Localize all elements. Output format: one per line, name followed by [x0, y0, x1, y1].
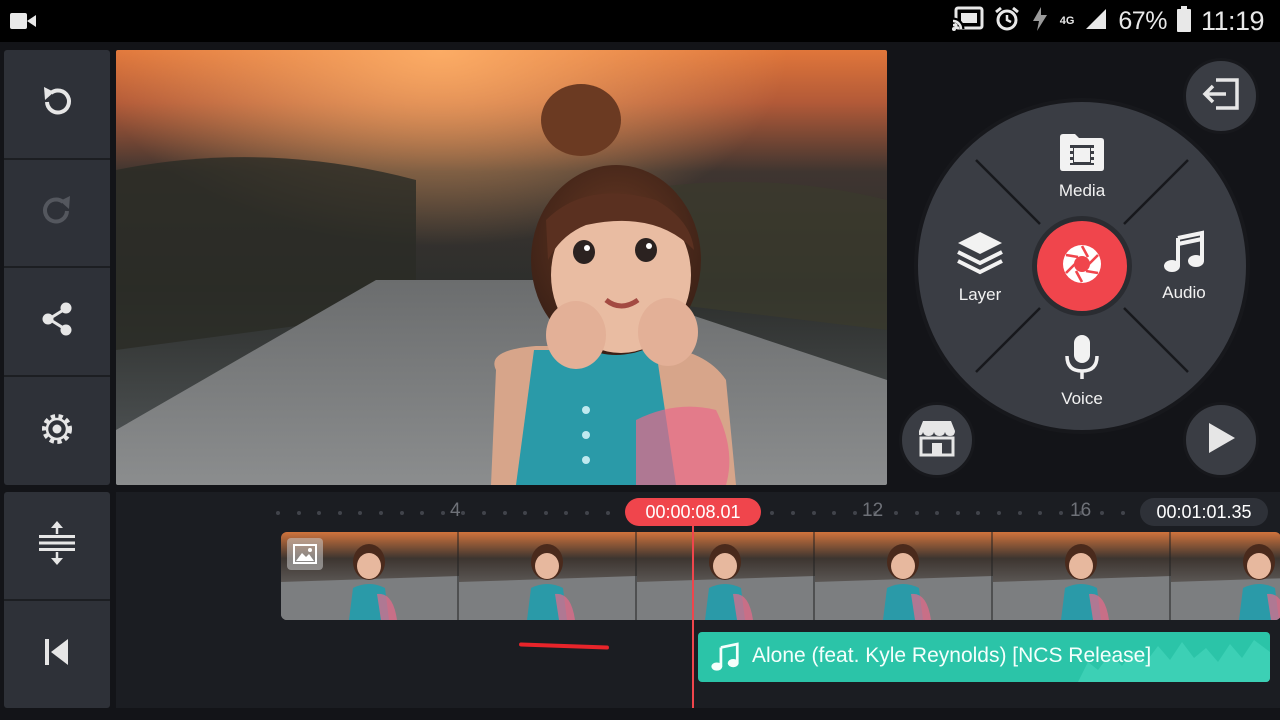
- ruler-dot: [482, 511, 486, 515]
- audio-clip-title: Alone (feat. Kyle Reynolds) [NCS Release…: [752, 644, 1152, 667]
- flash-icon: [1030, 6, 1050, 37]
- timeline-expand-icon: [37, 519, 77, 572]
- timeline[interactable]: 4 12 16 00:01:01.35 Alone (feat. Kyle Re…: [116, 492, 1280, 708]
- undo-button[interactable]: [4, 50, 110, 158]
- play-icon: [1205, 421, 1237, 460]
- microphone-icon: [1062, 334, 1102, 385]
- ruler-dot: [1038, 511, 1042, 515]
- cast-icon: [951, 6, 984, 37]
- audio-button[interactable]: Audio: [1144, 230, 1224, 303]
- ruler-dot: [1100, 511, 1104, 515]
- tick-label: 4: [450, 500, 461, 521]
- play-button[interactable]: [1183, 402, 1259, 478]
- ruler-dot: [1018, 511, 1022, 515]
- network-type: 4G: [1059, 15, 1075, 27]
- media-label: Media: [1058, 181, 1106, 200]
- skip-to-start-icon: [41, 636, 73, 673]
- ruler-dot: [976, 511, 980, 515]
- battery-percent: 67%: [1118, 6, 1167, 35]
- settings-icon: [37, 409, 77, 454]
- undo-icon: [37, 82, 77, 127]
- layer-label: Layer: [958, 285, 1002, 304]
- total-duration: 00:01:01.35: [1140, 498, 1268, 526]
- camera-shutter-icon: [1061, 243, 1103, 290]
- status-bar: 4G 67% 11:19: [0, 0, 1280, 42]
- ruler-dot: [915, 511, 919, 515]
- tick-label: 12: [862, 500, 884, 521]
- ruler-dot: [461, 511, 465, 515]
- ruler-dot: [276, 511, 280, 515]
- ruler-dot: [935, 511, 939, 515]
- ruler-dot: [400, 511, 404, 515]
- video-thumbnail: [459, 532, 637, 620]
- ruler-dot: [812, 511, 816, 515]
- voice-label: Voice: [1061, 389, 1103, 408]
- redo-button[interactable]: [4, 160, 110, 266]
- ruler-dot: [606, 511, 610, 515]
- share-icon: [37, 299, 77, 344]
- video-clip[interactable]: [281, 532, 1280, 620]
- ruler-dot: [770, 511, 774, 515]
- control-area: Media Audio Voice Layer: [893, 50, 1280, 485]
- ruler-dot: [317, 511, 321, 515]
- record-button[interactable]: [1032, 216, 1132, 316]
- ruler-dot: [1121, 511, 1125, 515]
- ruler-dot: [894, 511, 898, 515]
- asset-store-button[interactable]: [899, 402, 975, 478]
- redo-icon: [37, 191, 77, 236]
- video-thumbnail: [1171, 532, 1280, 620]
- music-note-icon: [1162, 230, 1206, 279]
- store-icon: [917, 419, 957, 462]
- timeline-toolbar: [4, 492, 110, 708]
- battery-icon: [1176, 5, 1191, 37]
- video-thumbnail: [637, 532, 815, 620]
- left-toolbar: [4, 50, 110, 485]
- ruler-dot: [338, 511, 342, 515]
- ruler-dot: [544, 511, 548, 515]
- preview-photo: [116, 50, 887, 485]
- audio-clip[interactable]: Alone (feat. Kyle Reynolds) [NCS Release…: [698, 632, 1270, 682]
- ruler-dot: [297, 511, 301, 515]
- audio-label: Audio: [1162, 283, 1206, 302]
- ruler-dot: [956, 511, 960, 515]
- playhead[interactable]: [692, 526, 694, 708]
- image-clip-icon: [287, 538, 323, 570]
- timeline-expand-button[interactable]: [4, 492, 110, 599]
- music-note-icon: [710, 642, 740, 677]
- layer-button[interactable]: Layer: [940, 230, 1020, 305]
- signal-icon: [1084, 7, 1108, 36]
- video-thumbnail: [993, 532, 1171, 620]
- media-button[interactable]: Media: [1042, 132, 1122, 201]
- annotation-underline: [518, 642, 610, 650]
- ruler-dot: [585, 511, 589, 515]
- ruler-dot: [853, 511, 857, 515]
- ruler-dot: [523, 511, 527, 515]
- video-thumbnail: [815, 532, 993, 620]
- kinemaster-editor: 4G 67% 11:19 Media Audio Voice Layer 4 1…: [0, 0, 1280, 720]
- tick-label: 16: [1070, 500, 1092, 521]
- current-time: 00:00:08.01: [625, 498, 761, 526]
- ruler-dot: [379, 511, 383, 515]
- ruler-dot: [503, 511, 507, 515]
- video-preview[interactable]: [116, 50, 887, 485]
- ruler-dot: [791, 511, 795, 515]
- voice-button[interactable]: Voice: [1042, 334, 1122, 409]
- settings-button[interactable]: [4, 377, 110, 485]
- ruler-dot: [832, 511, 836, 515]
- skip-to-start-button[interactable]: [4, 601, 110, 708]
- ruler-dot: [1059, 511, 1063, 515]
- media-folder-icon: [1059, 132, 1105, 177]
- ruler-dot: [997, 511, 1001, 515]
- clock: 11:19: [1200, 5, 1265, 36]
- video-record-icon: [10, 12, 36, 35]
- share-button[interactable]: [4, 268, 110, 374]
- ruler-dot: [420, 511, 424, 515]
- ruler-dot: [441, 511, 445, 515]
- ruler-dot: [358, 511, 362, 515]
- action-wheel: Media Audio Voice Layer: [914, 98, 1250, 434]
- alarm-icon: [994, 6, 1020, 37]
- layers-icon: [956, 230, 1004, 281]
- ruler-dot: [564, 511, 568, 515]
